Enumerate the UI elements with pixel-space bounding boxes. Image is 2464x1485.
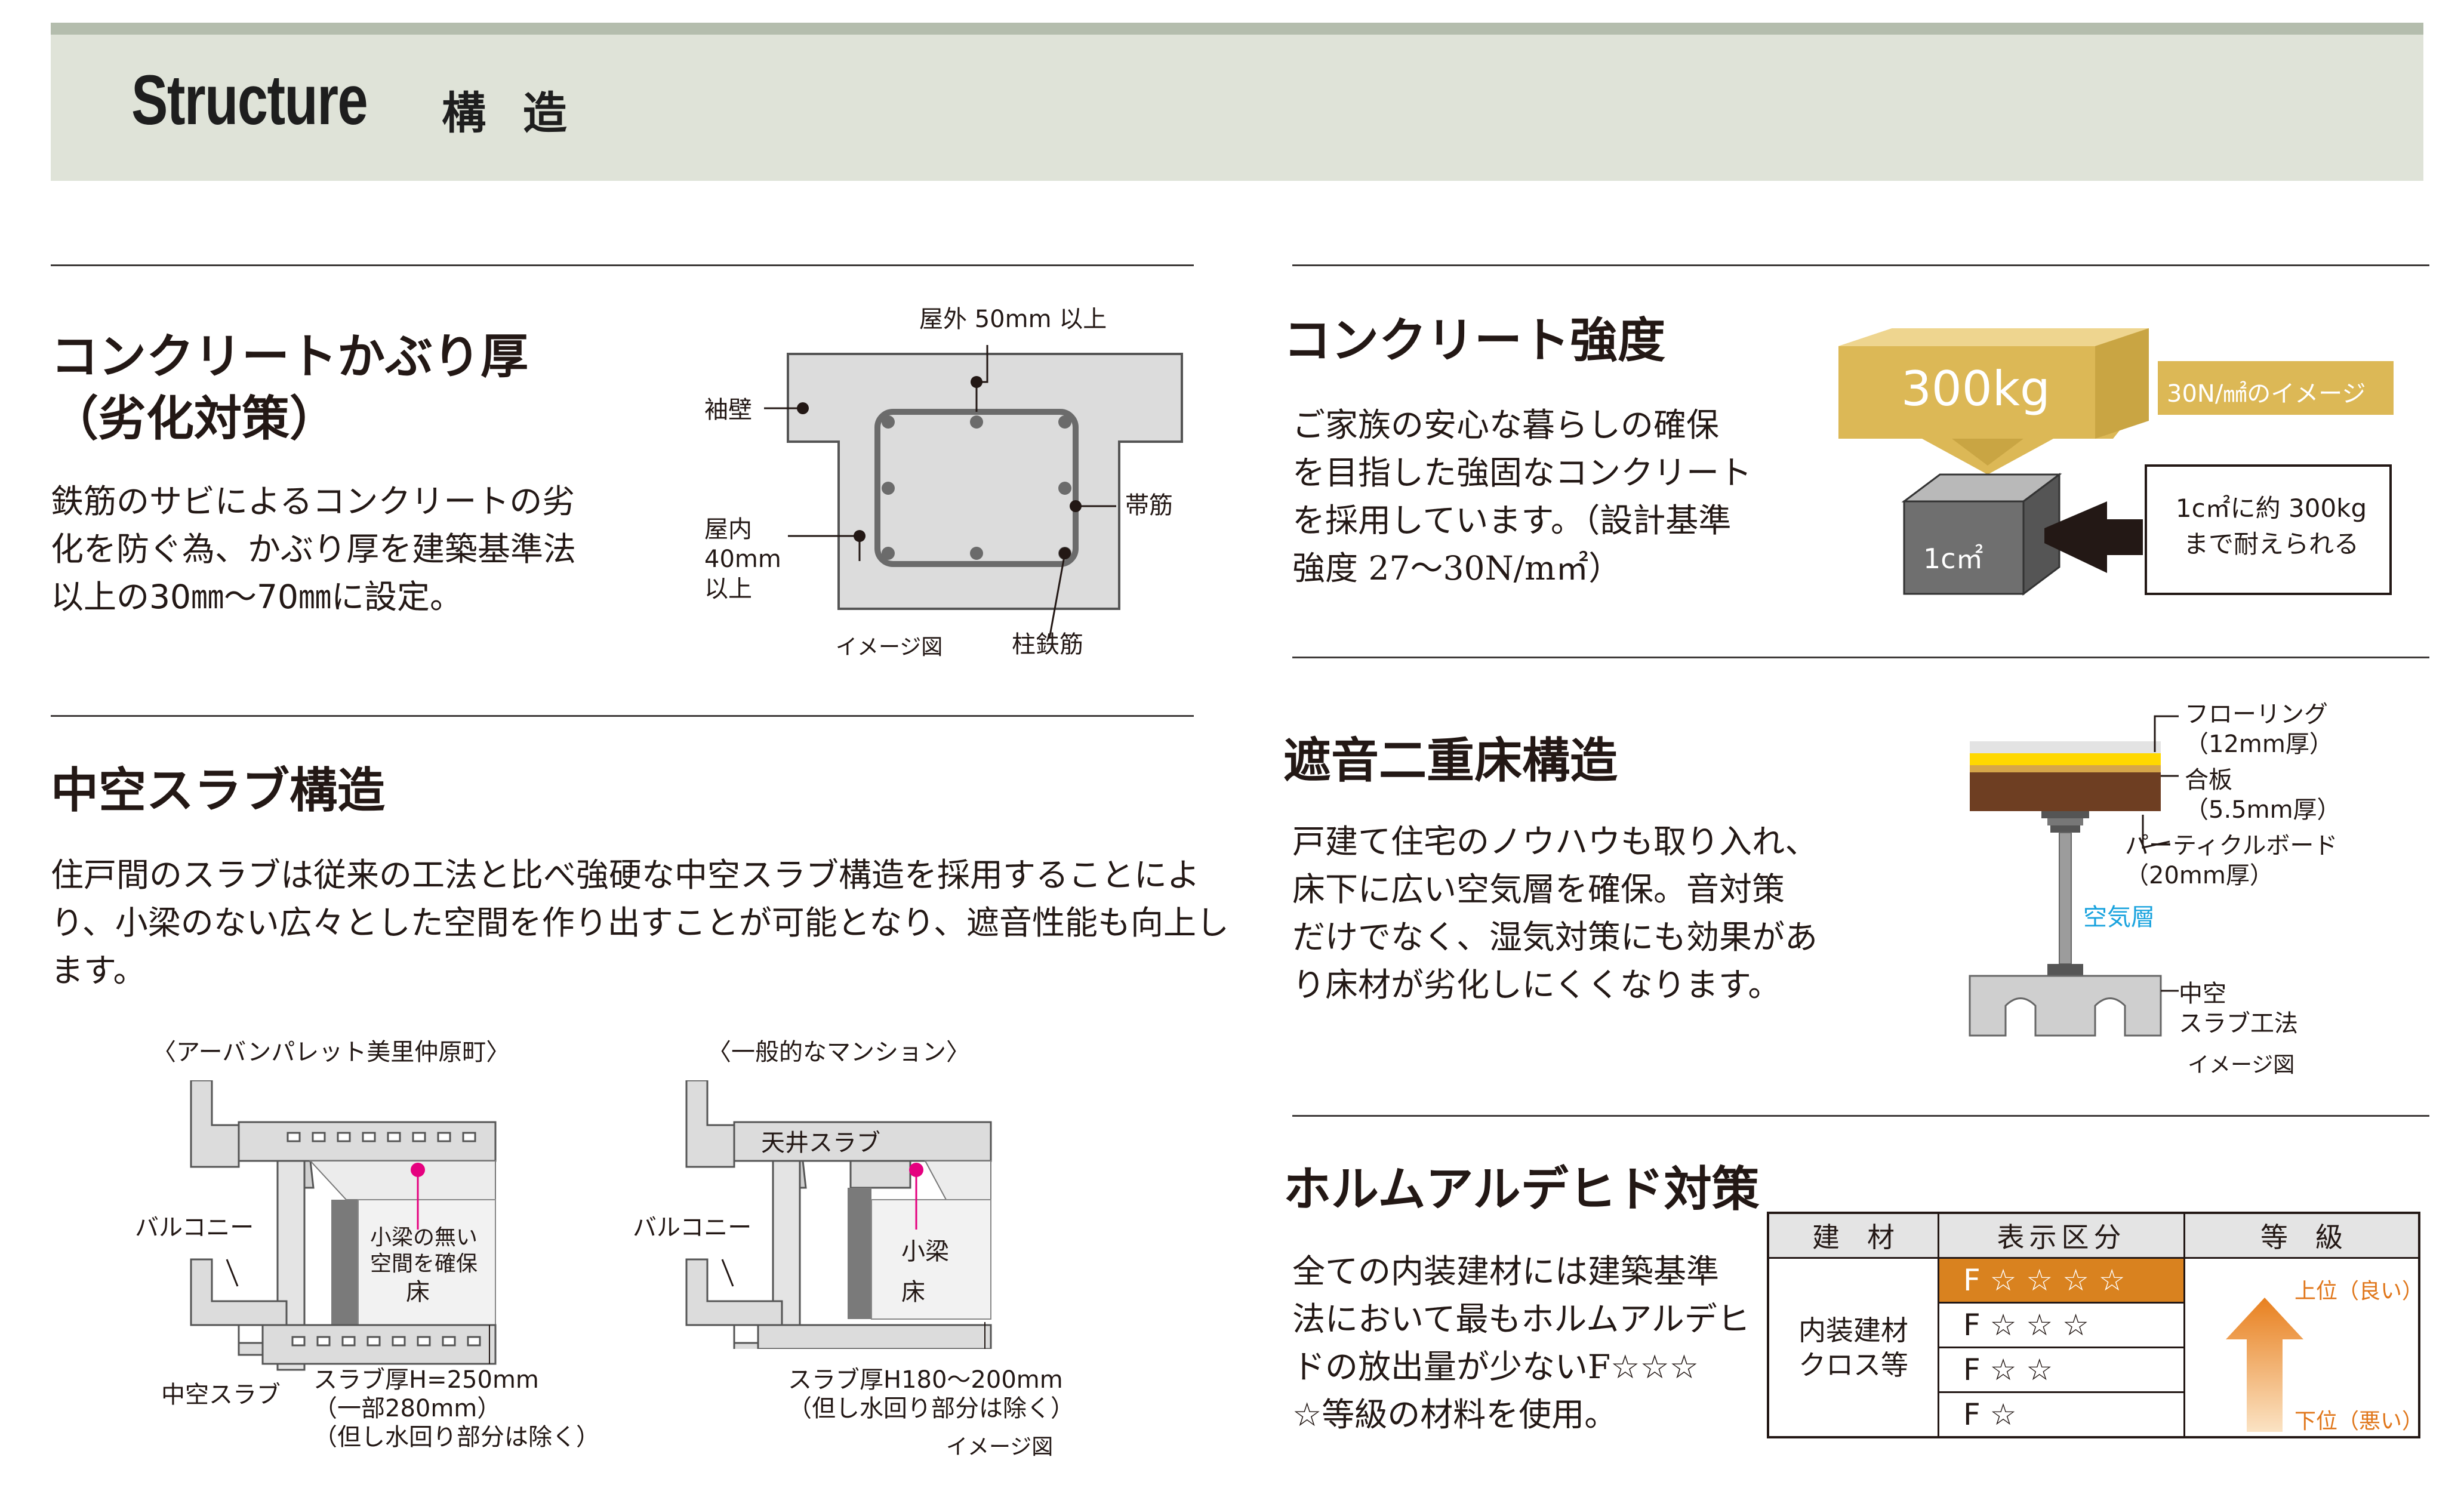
slab-right-ceiling: 天井スラブ <box>761 1129 880 1157</box>
formaldehyde-body: 全ての内装建材には建築基準 法において最もホルムアルデヒ ドの放出量が少ないF☆… <box>1292 1252 1750 1434</box>
grade-table: 建 材 表示区分 等 級 内装建材 クロス等 F ☆ ☆ ☆ ☆ F ☆ ☆ ☆… <box>1767 1212 2424 1438</box>
divider <box>1292 264 2429 266</box>
up-arrow-icon <box>2226 1298 2303 1432</box>
divider <box>1292 657 2429 658</box>
strength-image-label: 30N/㎟のイメージ <box>2167 380 2366 408</box>
grade-row: F ☆ ☆ <box>1939 1348 2185 1393</box>
divider <box>51 264 1194 266</box>
label-plywood: 合板 （5.5mm厚） <box>2185 766 2341 824</box>
label-air: 空気層 <box>2083 904 2155 931</box>
cover-title: コンクリートかぶり厚 （劣化対策） <box>51 328 528 446</box>
slab-left-thickness: スラブ厚H=250mm （一部280mm） （但し水回り部分は除く） <box>313 1366 600 1451</box>
grade-row: F ☆ ☆ ☆ <box>1939 1304 2185 1348</box>
slab-image-caption: イメージ図 <box>946 1435 1054 1459</box>
slab-left-floor: 床 <box>406 1278 430 1306</box>
label-indoor: 屋内 40mm 以上 <box>704 516 781 603</box>
slab-body: 住戸間のスラブは従来の工法と比べ強硬な中空スラブ構造を採用することによ り、小梁… <box>51 856 1229 990</box>
label-flooring: フローリング （12mm厚） <box>2185 701 2333 758</box>
label-hollow: 中空 スラブ工法 <box>2179 980 2298 1037</box>
slab-right-caption: 〈一般的なマンション〉 <box>707 1039 970 1066</box>
grade-table-header-grade: 等 級 <box>2185 1214 2418 1259</box>
divider <box>1292 1115 2429 1117</box>
divider <box>51 715 1194 717</box>
strength-cube-label: 1c㎡ <box>1923 543 1983 575</box>
cover-body: 鉄筋のサビによるコンクリートの劣 化を防ぐ為、かぶり厚を建築基準法 以上の30㎜… <box>51 482 577 616</box>
strength-endure: 1c㎡に約 300kg まで耐えられる <box>2175 494 2367 559</box>
cover-diagram <box>764 345 1183 639</box>
formaldehyde-title: ホルムアルデヒド対策 <box>1283 1161 1760 1217</box>
label-outdoor: 屋外 50mm 以上 <box>919 306 1107 333</box>
strength-weight: 300kg <box>1901 361 2050 417</box>
header-accent-bar <box>51 23 2423 35</box>
slab-left-hollow: 中空スラブ <box>161 1381 281 1409</box>
grade-table-header-material: 建 材 <box>1769 1214 1939 1259</box>
slab-left-nobeam: 小梁の無い 空間を確保 <box>370 1225 478 1276</box>
slab-right-balcony: バルコニー <box>633 1214 752 1241</box>
strength-title: コンクリート強度 <box>1283 312 1665 368</box>
slab-left-balcony: バルコニー <box>135 1214 254 1241</box>
sound-body: 戸建て住宅のノウハウも取り入れ、 床下に広い空気層を確保。音対策 だけでなく、湿… <box>1292 822 1818 1004</box>
page-title-ja: 構 造 <box>442 88 578 139</box>
label-particle: パーティクルボード （20mm厚） <box>2125 832 2338 889</box>
page-title-en: Structure <box>131 61 368 140</box>
cover-image-caption: イメージ図 <box>836 635 943 660</box>
slab-right-thickness: スラブ厚H180～200mm （但し水回り部分は除く） <box>788 1366 1074 1422</box>
label-sode: 袖壁 <box>704 396 752 424</box>
grade-row-highlight: F ☆ ☆ ☆ ☆ <box>1939 1259 2185 1304</box>
grade-table-material: 内装建材 クロス等 <box>1769 1259 1939 1436</box>
label-obi: 帯筋 <box>1125 492 1173 519</box>
grade-lower-label: 下位（悪い） <box>2294 1409 2424 1434</box>
header-band <box>51 35 2423 181</box>
sound-image-caption: イメージ図 <box>2188 1053 2295 1077</box>
grade-table-header-class: 表示区分 <box>1939 1214 2185 1259</box>
slab-left-caption: 〈アーバンパレット美里仲原町〉 <box>152 1039 510 1066</box>
grade-row: F ☆ <box>1939 1393 2185 1436</box>
label-hashira: 柱鉄筋 <box>1012 631 1083 658</box>
strength-body: ご家族の安心な暮らしの確保 を目指した強固なコンクリート を採用しています。（設… <box>1292 406 1752 587</box>
sound-title: 遮音二重床構造 <box>1283 732 1618 788</box>
grade-upper-label: 上位（良い） <box>2294 1279 2424 1304</box>
slab-right-floor: 床 <box>901 1278 925 1306</box>
slab-right-beam: 小梁 <box>901 1238 949 1265</box>
slab-title: 中空スラブ構造 <box>51 762 385 818</box>
